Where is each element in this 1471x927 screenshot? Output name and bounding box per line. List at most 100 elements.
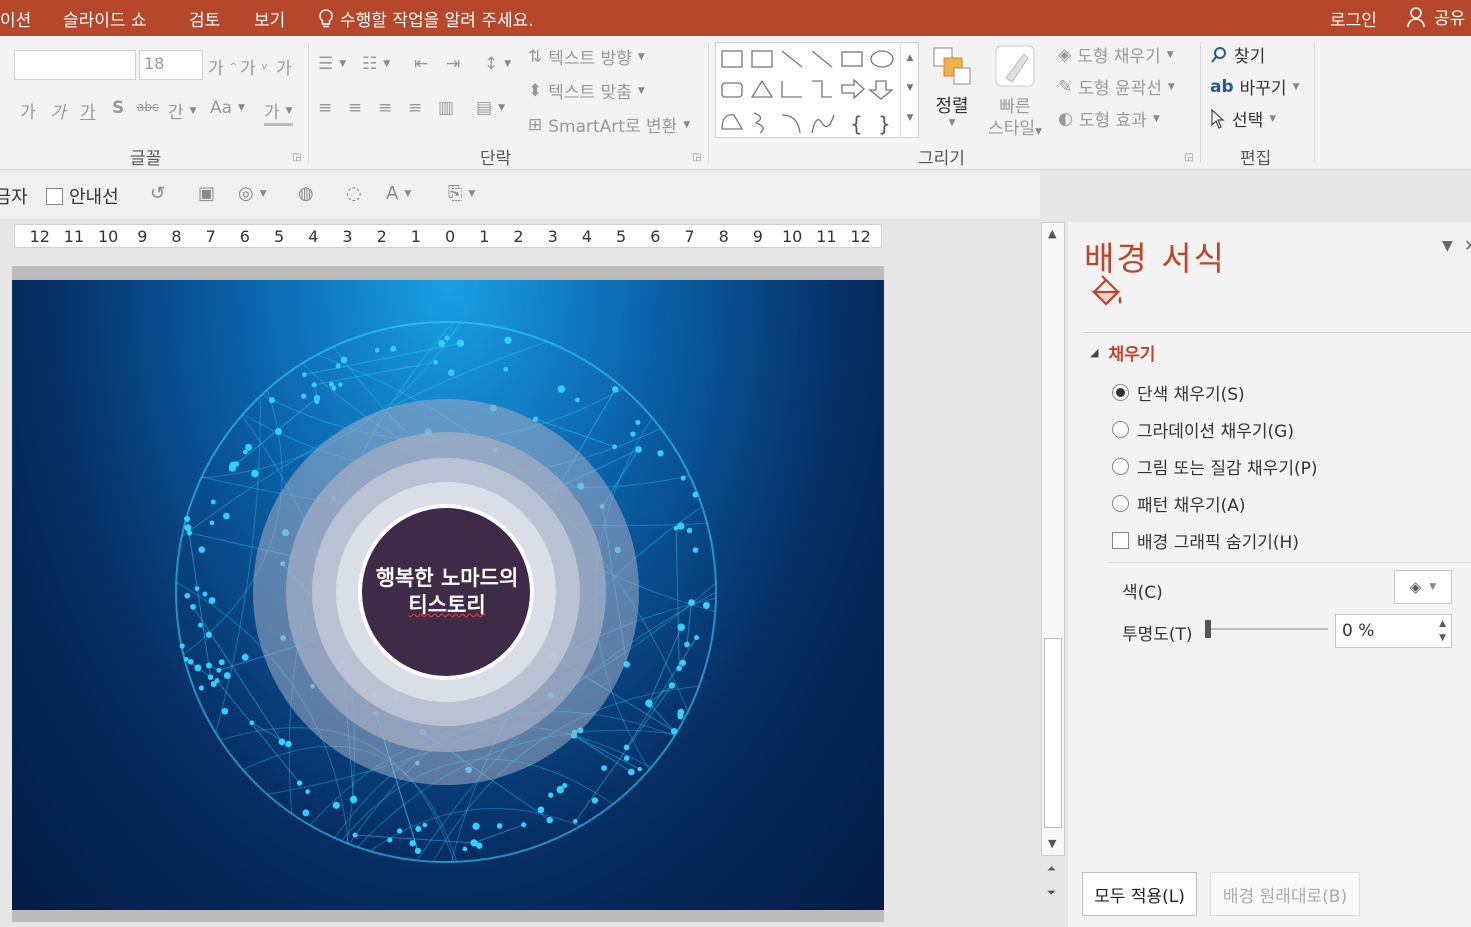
distributed-icon[interactable]: ▥ (438, 98, 454, 118)
pattern-fill-option[interactable]: 패턴 채우기(A) (1112, 491, 1246, 516)
hide-graphics-checkbox[interactable] (1112, 532, 1129, 549)
intersect-icon[interactable]: ◌ (346, 183, 362, 204)
scroll-up-icon[interactable]: ▲ (1048, 227, 1056, 240)
underline-button[interactable]: 가 (80, 98, 96, 123)
login-link[interactable]: 로그인 (1330, 6, 1377, 31)
grow-font-icon[interactable]: 가 ^ (208, 54, 237, 79)
slide-canvas[interactable]: 행복한 노마드의 티스토리 (12, 280, 884, 910)
gradient-fill-option[interactable]: 그라데이션 채우기(G) (1112, 417, 1294, 442)
network-node (456, 339, 465, 347)
shapes-gallery[interactable]: { } ▲ ▼ ▼ (715, 42, 919, 138)
guides-checkbox[interactable] (46, 187, 63, 205)
cursor-arrow-icon (1211, 108, 1225, 129)
vertical-scrollbar[interactable]: ▲ ▼ (1041, 222, 1065, 856)
spinner-icon[interactable]: ▲ ▼ (1439, 617, 1446, 645)
tab-animations[interactable]: 이션 (0, 6, 31, 31)
quick-styles-button[interactable]: 빠른 스타일▼ (980, 44, 1050, 144)
align-right-icon[interactable]: ≡ (378, 98, 392, 118)
group-divider (308, 42, 309, 162)
gallery-scrollbar[interactable]: ▲ ▼ ▼ (900, 43, 919, 138)
chevron-down-icon: ▼ (1035, 127, 1042, 137)
justify-icon[interactable]: ≡ (408, 98, 422, 118)
fill-section-header[interactable]: ◢ 채우기 (1090, 340, 1155, 365)
decrease-indent-icon[interactable]: ⇤ (414, 54, 428, 74)
fill-bucket-icon[interactable] (1088, 274, 1124, 310)
bullets-icon[interactable]: ☰ ▼ (318, 54, 346, 74)
bold-button[interactable]: 가 (20, 98, 36, 123)
align-text-button[interactable]: ⬍ 텍스트 맞춤 ▼ (528, 78, 645, 104)
select-button[interactable]: 선택 ▼ (1210, 106, 1276, 131)
transparency-slider[interactable] (1208, 628, 1328, 630)
pane-options-icon[interactable]: ▼ (1442, 238, 1453, 254)
network-node (409, 840, 416, 847)
tell-me-box[interactable]: 수행할 작업을 알려 주세요. (318, 6, 534, 31)
shape-fill-button[interactable]: ◈ 도형 채우기 ▼ (1058, 42, 1174, 68)
line-spacing-icon[interactable]: ↕ ▼ (484, 54, 511, 74)
network-node (209, 520, 215, 526)
chevron-down-icon: ▼ (637, 85, 645, 96)
solid-fill-option[interactable]: 단색 채우기(S) (1112, 380, 1245, 405)
color-picker-button[interactable]: ◈ ▼ (1394, 570, 1452, 604)
guides-toggle[interactable]: 안내선 (46, 183, 119, 209)
tab-slideshow[interactable]: 슬라이드 쇼 (63, 6, 147, 31)
dialog-launcher-icon[interactable]: ◲ (1184, 152, 1193, 163)
gradient-fill-radio[interactable] (1112, 421, 1129, 438)
shadow-button[interactable]: S (112, 98, 124, 118)
tab-review[interactable]: 검토 (189, 6, 220, 31)
network-node (274, 428, 282, 435)
find-button[interactable]: 찾기 (1210, 42, 1265, 67)
next-slide-icon[interactable]: ⏷ (1047, 886, 1056, 900)
font-size-box[interactable]: 18 (139, 50, 203, 80)
columns-icon[interactable]: ▤ ▼ (476, 98, 505, 118)
italic-button[interactable]: 가 (50, 98, 66, 123)
clear-format-icon[interactable]: 가 (276, 54, 292, 79)
shape-effects-button[interactable]: ◐ 도형 효과 ▼ (1058, 106, 1160, 132)
align-center-icon[interactable]: ≡ (348, 98, 362, 118)
change-case-button[interactable]: Aa ▼ (210, 98, 245, 118)
strikethrough-button[interactable]: abc (137, 100, 159, 114)
undo-icon[interactable]: ↺ (150, 183, 165, 204)
font-color-button[interactable]: 가 ▼ (264, 98, 293, 126)
spacing-button[interactable]: 간 ▼ (168, 98, 197, 123)
hide-graphics-option[interactable]: 배경 그래픽 숨기기(H) (1112, 528, 1299, 553)
text-direction-button[interactable]: ⇅ 텍스트 방향 ▼ (528, 44, 645, 70)
clipboard-icon[interactable]: ⎘ ▼ (448, 183, 475, 204)
smartart-button[interactable]: ⊞ SmartArt로 변환 ▼ (528, 112, 690, 138)
shape-merge-icon[interactable]: ◎ ▼ (238, 183, 267, 204)
picture-fill-option[interactable]: 그림 또는 질감 채우기(P) (1112, 454, 1318, 479)
increase-indent-icon[interactable]: ⇥ (446, 54, 460, 74)
ruler-toggle[interactable]: 눈금자 (0, 183, 28, 209)
scroll-down-icon[interactable]: ▼ (1048, 837, 1056, 850)
replace-button[interactable]: ab 바꾸기 ▼ (1210, 74, 1299, 100)
picture-fill-radio[interactable] (1112, 458, 1129, 475)
tab-view[interactable]: 보기 (254, 6, 285, 31)
dialog-launcher-icon[interactable]: ◲ (692, 152, 701, 163)
solid-fill-radio[interactable] (1112, 384, 1129, 401)
network-node (349, 795, 358, 804)
network-node (548, 792, 554, 798)
align-left-icon[interactable]: ≡ (318, 98, 332, 118)
horizontal-ruler[interactable]: 12 11 10 9 8 7 6 5 4 3 2 1 0 1 2 3 4 5 6 7 8 9 10 11 12 (14, 224, 882, 248)
align-text-label: 텍스트 맞춤 (548, 83, 632, 103)
shape-outline-button[interactable]: ✎ 도형 윤곽선 ▼ (1058, 74, 1175, 100)
apply-to-all-button[interactable]: 모두 적용(L) (1082, 872, 1197, 916)
shrink-font-icon[interactable]: 가v (240, 54, 267, 79)
reset-background-button[interactable]: 배경 원래대로(B) (1210, 872, 1360, 916)
transparency-slider-handle[interactable] (1205, 620, 1211, 638)
previous-slide-icon[interactable]: ⏶ (1047, 862, 1056, 876)
dialog-launcher-icon[interactable]: ◲ (292, 152, 301, 163)
slide-title[interactable]: 행복한 노마드의 티스토리 (357, 565, 537, 619)
share-button[interactable]: 공유 (1406, 4, 1465, 29)
text-effect-icon[interactable]: A ▼ (386, 183, 411, 204)
slideshow-icon[interactable]: ▣ (198, 183, 215, 204)
network-node (562, 783, 568, 789)
transparency-input[interactable]: 0 % ▲ ▼ (1335, 614, 1452, 648)
pattern-fill-radio[interactable] (1112, 495, 1129, 512)
scroll-thumb[interactable] (1044, 638, 1062, 828)
numbering-icon[interactable]: ☷ ▼ (362, 54, 390, 74)
arrange-button[interactable]: 정렬 ▼ (926, 44, 978, 140)
close-icon[interactable]: ✕ (1464, 236, 1471, 255)
font-name-box[interactable] (14, 50, 136, 80)
ruler-label: 9 (752, 227, 763, 246)
combine-icon[interactable]: ◍ (298, 183, 314, 204)
